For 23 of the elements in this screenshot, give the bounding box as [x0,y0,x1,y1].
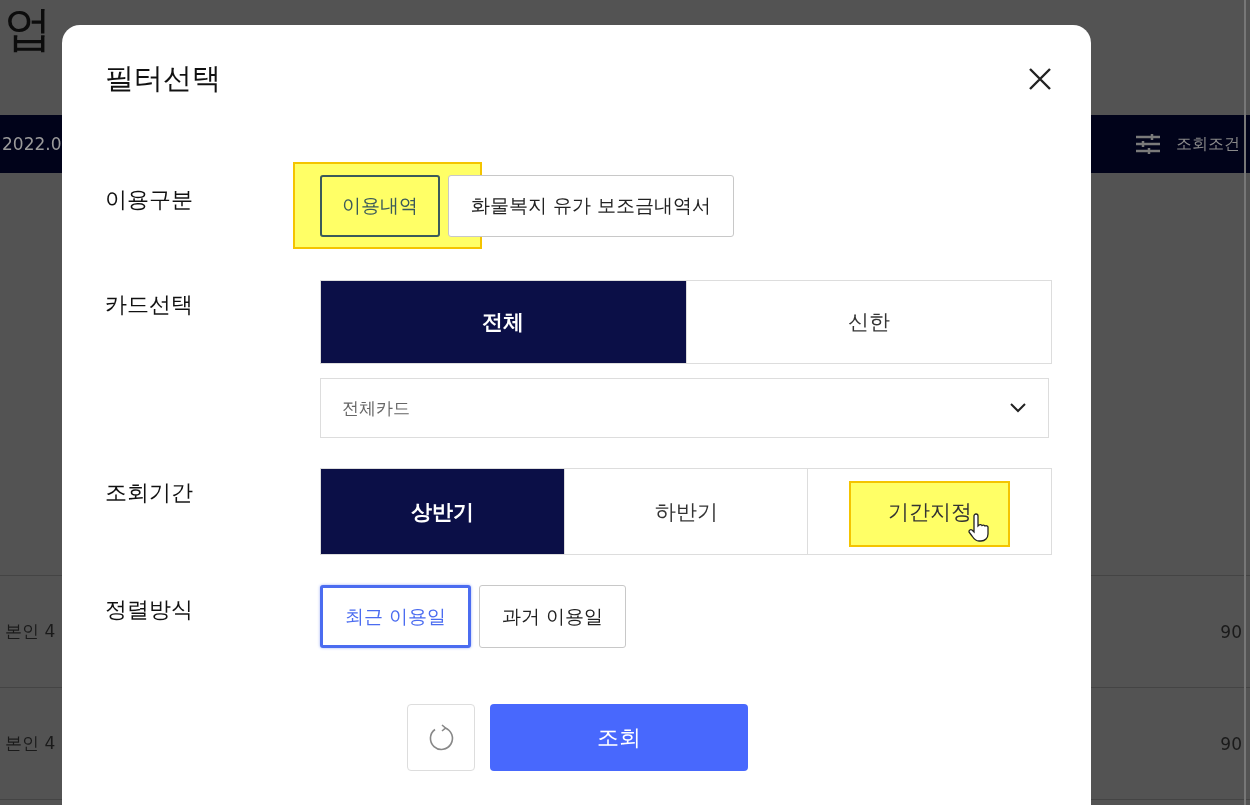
segment-tab[interactable]: 전체 [321,281,687,363]
owner-text: 본인 4 [5,620,56,643]
dialog-title: 필터선택 [105,60,221,97]
chevron-down-icon [1010,403,1026,413]
segment-tab[interactable]: 상반기 [321,469,565,554]
amount-text: 90 [1220,733,1242,754]
filter-label[interactable]: 조회조건 [1176,133,1240,155]
option-button[interactable]: 과거 이용일 [479,585,627,648]
section-label: 정렬방식 [105,596,194,623]
section-label: 조회기간 [105,479,194,506]
sliders-icon[interactable] [1134,133,1162,155]
page-title: 업 [4,0,52,56]
option-button[interactable]: 화물복지 유가 보조금내역서 [448,175,735,237]
option-button[interactable]: 최근 이용일 [320,585,472,648]
section-label: 카드선택 [105,291,194,318]
date-text: 2022.0 [2,134,62,154]
owner-text: 본인 4 [5,732,56,755]
option-button[interactable]: 이용내역 [320,175,440,237]
amount-text: 90 [1220,621,1242,642]
close-icon[interactable] [1028,67,1052,91]
section-label: 이용구분 [105,186,194,213]
card-dropdown[interactable]: 전체카드 [320,378,1049,438]
search-button[interactable]: 조회 [490,704,748,771]
